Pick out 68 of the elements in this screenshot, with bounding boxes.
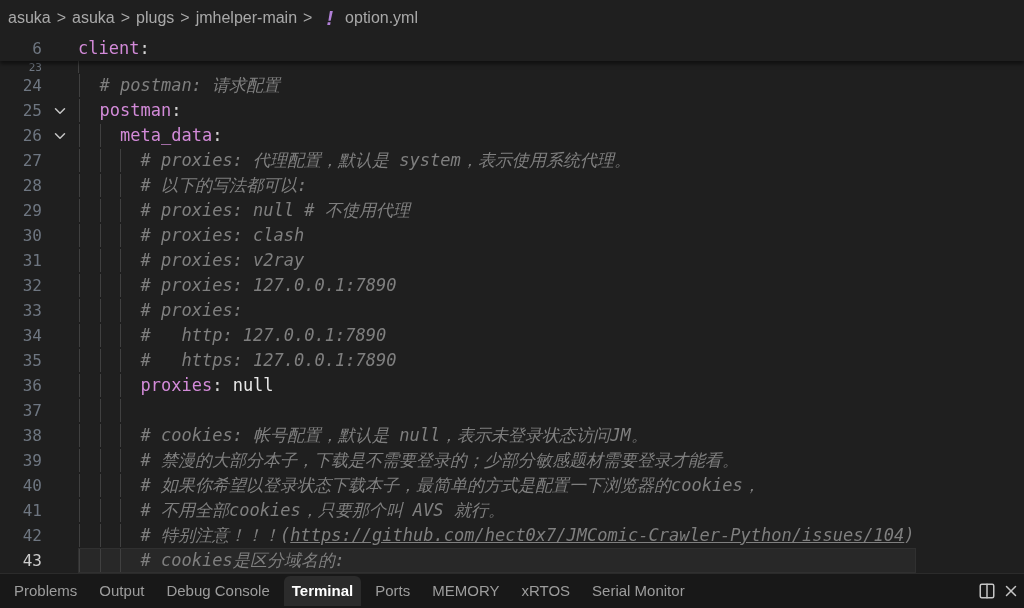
code-comment: # proxies: v2ray bbox=[140, 248, 305, 272]
line-number: 27 bbox=[21, 149, 42, 172]
line-number: 41 bbox=[21, 499, 42, 522]
breadcrumb-item[interactable]: option.yml bbox=[345, 6, 418, 30]
code-comment: # proxies: clash bbox=[140, 223, 305, 247]
line-number: 28 bbox=[21, 174, 42, 197]
yaml-key: proxies bbox=[140, 372, 213, 399]
line-number: 38 bbox=[21, 424, 42, 447]
breadcrumb-item[interactable]: asuka bbox=[72, 6, 115, 30]
panel-tab[interactable]: Output bbox=[91, 575, 153, 607]
line-number: 36 bbox=[21, 374, 42, 397]
yaml-key: meta_data bbox=[120, 122, 213, 149]
comment-link[interactable]: https://github.com/hect0x7/JMComic-Crawler-Python/issues/104 bbox=[290, 522, 905, 549]
code-comment: # 以下的写法都可以: bbox=[140, 173, 308, 197]
split-panel-icon[interactable] bbox=[978, 582, 996, 600]
panel-tab[interactable]: MEMORY bbox=[424, 575, 508, 607]
code-comment: # 特别注意！！！( bbox=[140, 523, 291, 547]
code-comment: # proxies: null # 不使用代理 bbox=[140, 198, 410, 222]
breadcrumb-item[interactable]: plugs bbox=[136, 6, 175, 30]
panel-tab[interactable]: Serial Monitor bbox=[584, 575, 693, 607]
yaml-file-icon: ! bbox=[318, 3, 342, 33]
code-comment: # cookies是区分域名的: bbox=[140, 548, 345, 572]
line-number: 31 bbox=[21, 249, 42, 272]
line-number: 26 bbox=[21, 124, 42, 147]
line-number: 24 bbox=[21, 74, 42, 97]
breadcrumb-item[interactable]: jmhelper-main bbox=[195, 6, 298, 30]
code-comment: # 不用全部cookies，只要那个叫 AVS 就行。 bbox=[140, 498, 505, 522]
line-number: 6 bbox=[31, 37, 42, 60]
code-comment: ) bbox=[904, 523, 915, 547]
line-number: 39 bbox=[21, 449, 42, 472]
line-number: 29 bbox=[21, 199, 42, 222]
line-number: 34 bbox=[21, 324, 42, 347]
yaml-key: client bbox=[78, 36, 140, 62]
punctuation: : bbox=[139, 36, 150, 60]
line-number: 23 bbox=[27, 61, 42, 73]
line-number: 30 bbox=[21, 224, 42, 247]
code-comment: # cookies: 帐号配置，默认是 null，表示未登录状态访问JM。 bbox=[140, 423, 648, 447]
line-number: 25 bbox=[21, 99, 42, 122]
line-number: 43 bbox=[21, 549, 42, 572]
panel-tab[interactable]: Terminal bbox=[283, 575, 362, 607]
line-number: 42 bbox=[21, 524, 42, 547]
line-number: 40 bbox=[21, 474, 42, 497]
code-comment: # postman: 请求配置 bbox=[99, 73, 281, 97]
code-comment: # https: 127.0.0.1:7890 bbox=[140, 348, 397, 372]
code-comment: # proxies: 代理配置，默认是 system，表示使用系统代理。 bbox=[140, 148, 631, 172]
yaml-key: postman bbox=[99, 97, 172, 124]
panel-tab[interactable]: Problems bbox=[6, 575, 86, 607]
line-number: 33 bbox=[21, 299, 42, 322]
line-number: 37 bbox=[21, 399, 42, 422]
breadcrumb-separator: > bbox=[119, 8, 132, 28]
panel-tab[interactable]: xRTOS bbox=[513, 575, 579, 607]
code-comment: # 禁漫的大部分本子，下载是不需要登录的；少部分敏感题材需要登录才能看。 bbox=[140, 448, 739, 472]
punctuation: : bbox=[212, 123, 223, 147]
code-comment: # proxies: 127.0.0.1:7890 bbox=[140, 273, 397, 297]
panel-tab[interactable]: Ports bbox=[367, 575, 419, 607]
panel-tab[interactable]: Debug Console bbox=[158, 575, 278, 607]
breadcrumb-item[interactable]: asuka bbox=[8, 6, 51, 30]
punctuation: : bbox=[171, 98, 182, 122]
line-number: 35 bbox=[21, 349, 42, 372]
line-number: 32 bbox=[21, 274, 42, 297]
code-comment: # proxies: bbox=[140, 298, 243, 322]
yaml-value: null bbox=[232, 373, 274, 397]
punctuation: : bbox=[212, 373, 224, 397]
code-comment: # 如果你希望以登录状态下载本子，最简单的方式是配置一下浏览器的cookies， bbox=[140, 473, 760, 497]
code-comment: # http: 127.0.0.1:7890 bbox=[140, 323, 387, 347]
breadcrumb-separator: > bbox=[302, 8, 314, 28]
breadcrumb-separator: > bbox=[55, 8, 68, 28]
breadcrumb-separator: > bbox=[179, 8, 191, 28]
